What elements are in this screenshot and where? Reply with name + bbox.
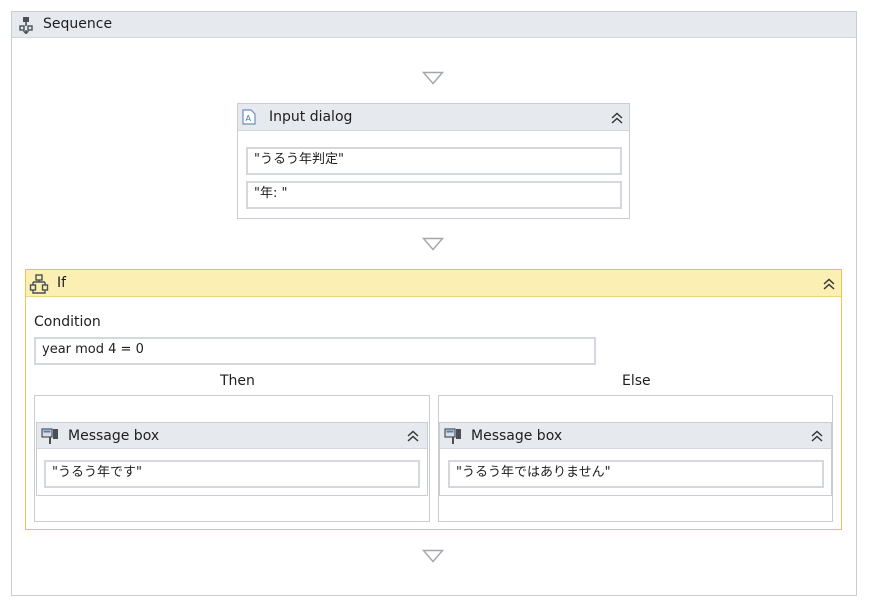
input-dialog-icon: A [242, 109, 256, 129]
else-message-box-header[interactable]: Message box [440, 423, 831, 449]
drop-target-triangle-icon[interactable] [422, 71, 444, 85]
collapse-chevrons-icon[interactable] [609, 110, 625, 126]
input-dialog-activity[interactable]: A Input dialog "うるう年判定" "年: " [237, 103, 630, 219]
if-title: If [57, 275, 67, 291]
if-activity[interactable]: If Condition year mod 4 = 0 Then Else Me… [25, 269, 842, 530]
message-box-icon [443, 426, 463, 450]
condition-label: Condition [34, 314, 101, 330]
collapse-chevrons-icon[interactable] [809, 428, 825, 444]
else-branch[interactable]: Message box "うるう年ではありません" [438, 395, 833, 522]
then-message-box-title: Message box [68, 428, 160, 444]
input-dialog-title: Input dialog [269, 109, 353, 125]
collapse-chevrons-icon[interactable] [821, 276, 837, 292]
else-message-box-title: Message box [471, 428, 563, 444]
then-message-text-field[interactable]: "うるう年です" [44, 460, 420, 488]
drop-target-triangle-icon[interactable] [422, 237, 444, 251]
collapse-chevrons-icon[interactable] [405, 428, 421, 444]
sequence-icon [17, 16, 35, 38]
condition-input[interactable]: year mod 4 = 0 [34, 337, 596, 365]
if-icon [29, 274, 49, 298]
then-message-box-header[interactable]: Message box [37, 423, 427, 449]
then-label: Then [220, 373, 255, 389]
if-header[interactable]: If [26, 270, 841, 297]
dialog-label-field[interactable]: "年: " [246, 181, 622, 209]
else-label: Else [622, 373, 651, 389]
sequence-header[interactable]: Sequence [12, 12, 856, 38]
input-dialog-header[interactable]: A Input dialog [238, 104, 629, 131]
drop-target-triangle-icon[interactable] [422, 549, 444, 563]
message-box-icon [40, 426, 60, 450]
then-message-box-activity[interactable]: Message box "うるう年です" [36, 422, 428, 496]
dialog-title-field[interactable]: "うるう年判定" [246, 147, 622, 175]
else-message-text-field[interactable]: "うるう年ではありません" [448, 460, 824, 488]
svg-text:A: A [246, 114, 252, 123]
sequence-title: Sequence [43, 16, 113, 32]
else-message-box-activity[interactable]: Message box "うるう年ではありません" [439, 422, 832, 496]
then-branch[interactable]: Message box "うるう年です" [34, 395, 430, 522]
